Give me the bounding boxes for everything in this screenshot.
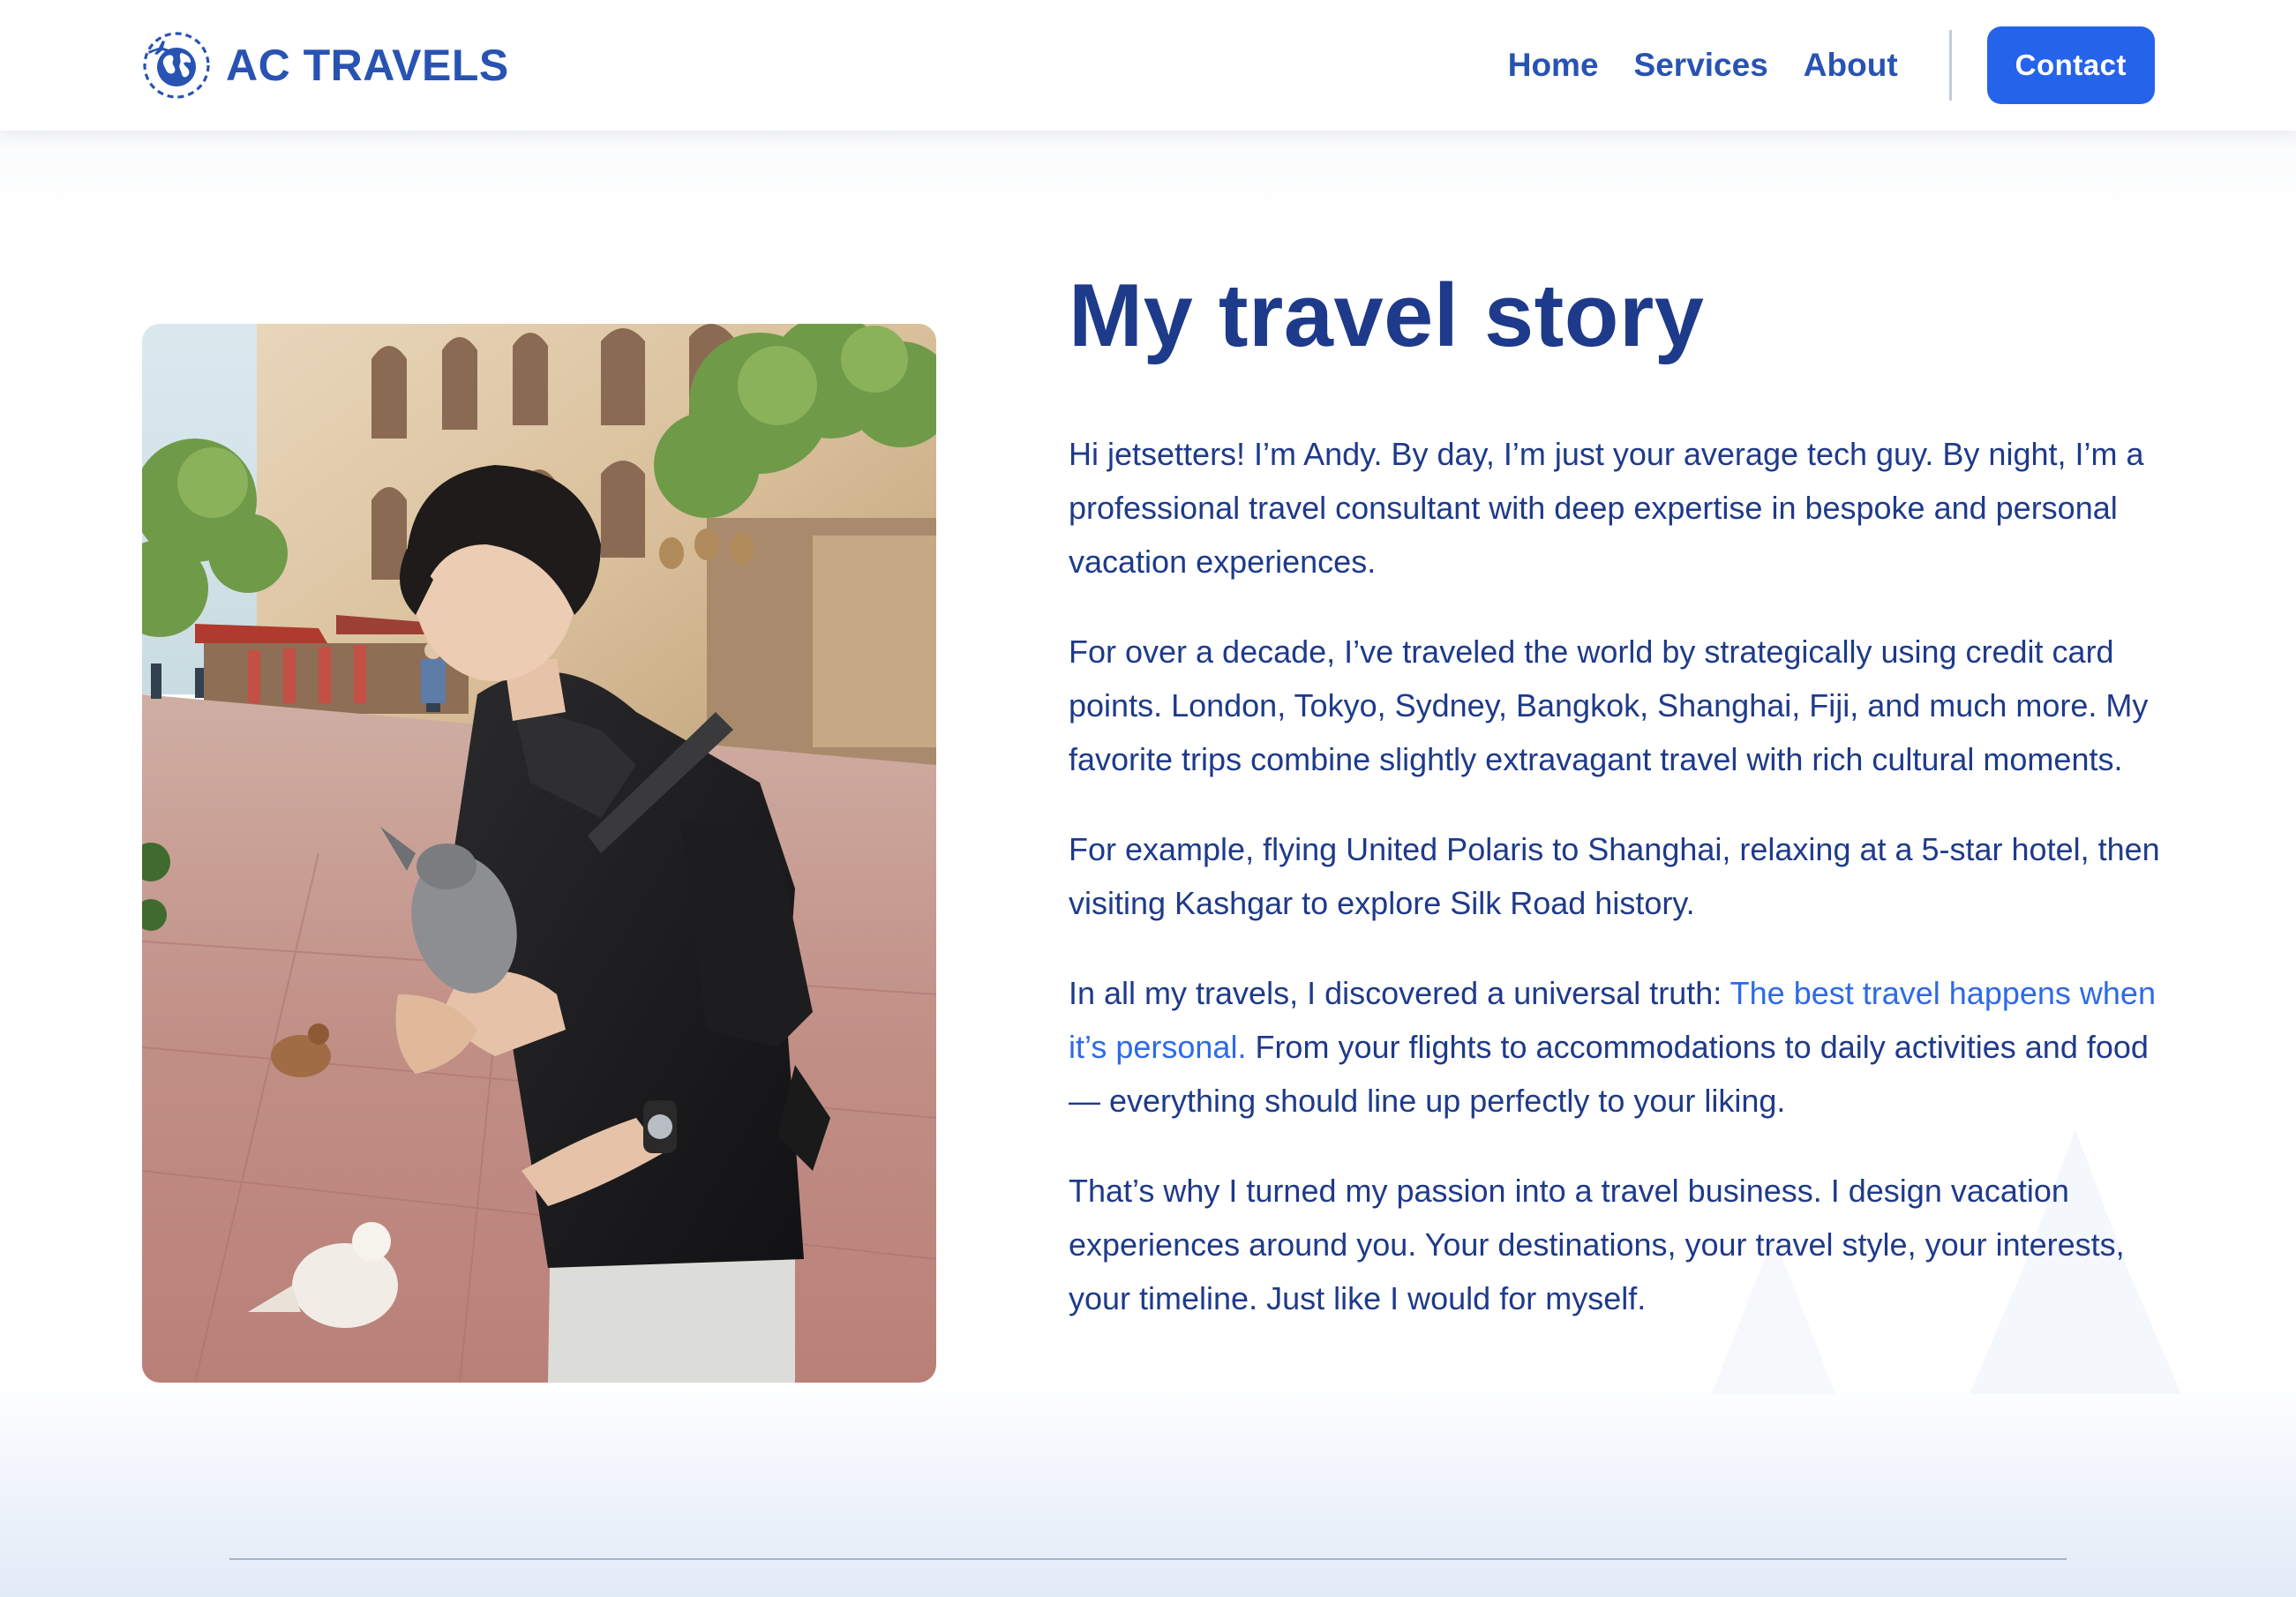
travel-story: My travel story Hi jetsetters! I’m Andy.… — [1069, 261, 2172, 1325]
story-title: My travel story — [1069, 266, 1705, 365]
story-paragraph-example: For example, flying United Polaris to Sh… — [1069, 831, 2160, 921]
story-paragraph-closing: That’s why I turned my passion into a tr… — [1069, 1173, 2125, 1316]
site-header: AC TRAVELS Home Services About Contact — [0, 0, 2296, 131]
nav-divider — [1948, 30, 1952, 101]
contact-button[interactable]: Contact — [1986, 26, 2155, 104]
story-paragraph-intro: Hi jetsetters! I’m Andy. By day, I’m jus… — [1069, 436, 2144, 580]
main-nav: Home Services About Contact — [1473, 26, 2155, 104]
truth-lead-text: In all my travels, I discovered a univer… — [1069, 975, 1730, 1011]
globe-with-airplane-icon — [143, 32, 210, 99]
story-paragraph-truth: In all my travels, I discovered a univer… — [1069, 966, 2172, 1128]
story-paragraph-destinations: For over a decade, I’ve traveled the wor… — [1069, 634, 2149, 777]
footer-divider — [229, 1558, 2067, 1560]
traveler-photo — [142, 324, 936, 1383]
brand-logo[interactable]: AC TRAVELS — [141, 30, 509, 101]
nav-link-home[interactable]: Home — [1508, 47, 1599, 84]
brand-name: AC TRAVELS — [226, 41, 509, 90]
nav-link-services[interactable]: Services — [1634, 47, 1768, 84]
traveler-with-pigeons-photo — [142, 324, 936, 1383]
nav-link-about[interactable]: About — [1804, 47, 1898, 84]
